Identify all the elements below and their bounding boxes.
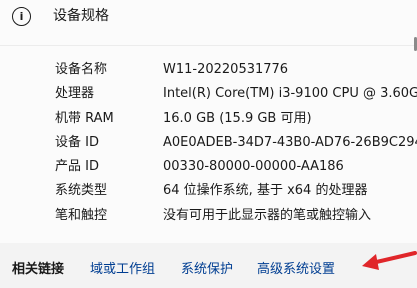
- info-icon: i: [12, 7, 31, 26]
- related-links-bar: 相关链接 域或工作组 系统保护 高级系统设置: [0, 243, 417, 288]
- spec-label: 系统类型: [55, 183, 108, 199]
- spec-row-product-id: 产品 ID 00330-80000-00000-AA186: [0, 155, 417, 179]
- spec-label: 处理器: [55, 86, 95, 102]
- domain-workgroup-link[interactable]: 域或工作组: [90, 262, 155, 278]
- advanced-system-settings-link[interactable]: 高级系统设置: [257, 262, 335, 278]
- spec-value: Intel(R) Core(TM) i3-9100 CPU @ 3.60GHz: [163, 86, 417, 102]
- related-links-label: 相关链接: [12, 262, 65, 277]
- spec-row-system-type: 系统类型 64 位操作系统, 基于 x64 的处理器: [0, 179, 417, 203]
- spec-label: 设备 ID: [55, 134, 99, 150]
- spec-row-device-name: 设备名称 W11-20220531776: [0, 58, 417, 82]
- spec-value: A0E0ADEB-34D7-43B0-AD76-26B9C2942: [163, 134, 417, 150]
- section-title: 设备规格: [53, 8, 109, 24]
- spec-label: 产品 ID: [55, 159, 99, 175]
- spec-list: 设备名称 W11-20220531776 处理器 Intel(R) Core(T…: [0, 58, 417, 228]
- system-protection-link[interactable]: 系统保护: [181, 262, 233, 278]
- spec-row-pen-touch: 笔和触控 没有可用于此显示器的笔或触控输入: [0, 204, 417, 228]
- spec-label: 机带 RAM: [55, 110, 114, 126]
- device-specs-panel: i 设备规格 设备名称 W11-20220531776 处理器 Intel(R)…: [0, 0, 417, 243]
- spec-value: W11-20220531776: [163, 62, 289, 77]
- spec-row-device-id: 设备 ID A0E0ADEB-34D7-43B0-AD76-26B9C2942: [0, 131, 417, 155]
- annotation-arrow-icon: [362, 251, 417, 270]
- device-specs-header[interactable]: i 设备规格: [0, 0, 417, 42]
- spec-value: 没有可用于此显示器的笔或触控输入: [163, 207, 372, 223]
- spec-label: 设备名称: [55, 62, 108, 77]
- spec-value: 00330-80000-00000-AA186: [163, 159, 344, 175]
- spec-row-ram: 机带 RAM 16.0 GB (15.9 GB 可用): [0, 107, 417, 131]
- spec-label: 笔和触控: [55, 207, 108, 223]
- spec-row-processor: 处理器 Intel(R) Core(TM) i3-9100 CPU @ 3.60…: [0, 82, 417, 106]
- spec-value: 16.0 GB (15.9 GB 可用): [163, 110, 312, 126]
- spec-value: 64 位操作系统, 基于 x64 的处理器: [163, 183, 368, 199]
- divider: [0, 45, 417, 46]
